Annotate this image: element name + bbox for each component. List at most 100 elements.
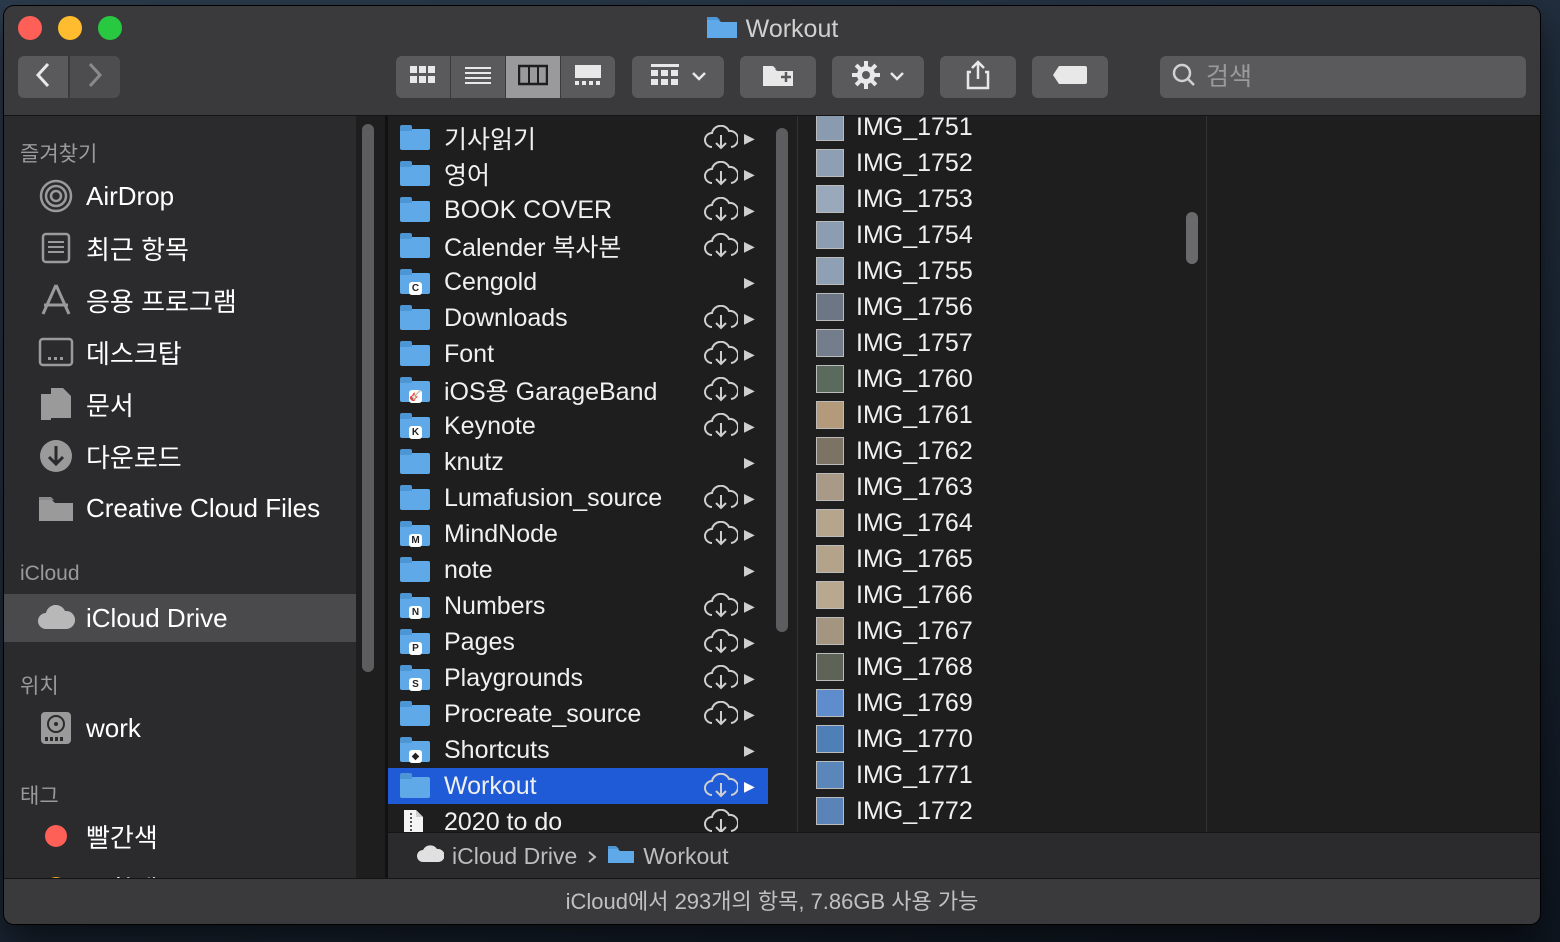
new-folder-button[interactable] — [740, 56, 816, 98]
search-field[interactable] — [1160, 56, 1526, 98]
column-divider[interactable] — [797, 116, 798, 832]
file-row[interactable]: IMG_1769 — [800, 685, 1180, 721]
file-row[interactable]: IMG_1764 — [800, 505, 1180, 541]
folder-row[interactable]: Lumafusion_source ▶ — [388, 480, 768, 516]
folder-shape — [400, 701, 430, 726]
cloud-download-icon[interactable] — [704, 628, 740, 655]
action-menu-button[interactable] — [832, 56, 924, 98]
cloud-download-icon[interactable] — [704, 304, 740, 331]
folder-row[interactable]: note ▶ — [388, 552, 768, 588]
file-row[interactable]: IMG_1760 — [800, 361, 1180, 397]
back-button[interactable] — [18, 56, 68, 98]
cloud-download-icon[interactable] — [704, 412, 740, 439]
folder-row[interactable]: M MindNode ▶ — [388, 516, 768, 552]
tag-button[interactable] — [1032, 56, 1108, 98]
folder-row[interactable]: N Numbers ▶ — [388, 588, 768, 624]
cloud-download-icon[interactable] — [704, 232, 740, 259]
file-row[interactable]: IMG_1767 — [800, 613, 1180, 649]
folder-row[interactable]: Downloads ▶ — [388, 300, 768, 336]
folder-row[interactable]: P Pages ▶ — [388, 624, 768, 660]
cloud-download-icon[interactable] — [704, 520, 740, 547]
cloud-download-icon[interactable] — [704, 124, 740, 151]
file-row[interactable]: IMG_1771 — [800, 757, 1180, 793]
sidebar-section-tags: 태그 — [20, 785, 59, 808]
file-name: IMG_1767 — [856, 616, 973, 645]
folder-shape: ◆ — [400, 737, 430, 763]
file-row[interactable]: IMG_1753 — [800, 181, 1180, 217]
file-row[interactable]: IMG_1768 — [800, 649, 1180, 685]
cloud-placeholder[interactable] — [704, 557, 738, 583]
file-row[interactable]: IMG_1752 — [800, 145, 1180, 181]
cloud-download-icon[interactable] — [704, 484, 740, 511]
file-row[interactable]: IMG_1751 — [800, 116, 1180, 145]
view-mode-control[interactable] — [396, 56, 615, 98]
folder-row[interactable]: Workout ▶ — [388, 768, 768, 804]
icon-view-button[interactable] — [396, 56, 451, 98]
file-row[interactable]: IMG_1757 — [800, 325, 1180, 361]
file-row[interactable]: IMG_1765 — [800, 541, 1180, 577]
file-row[interactable]: IMG_1763 — [800, 469, 1180, 505]
search-input[interactable] — [1204, 61, 1508, 93]
folder-row[interactable]: C Cengold ▶ — [388, 264, 768, 300]
cloud-download-icon[interactable] — [704, 592, 740, 619]
cloud-download-icon[interactable] — [704, 772, 740, 799]
folder-row[interactable]: knutz ▶ — [388, 444, 768, 480]
sidebar-item-work[interactable]: work — [4, 704, 356, 752]
sidebar-item-creative-cloud[interactable]: Creative Cloud Files — [4, 484, 356, 532]
folder-row[interactable]: 2020 to do — [388, 804, 768, 832]
cloud-download-icon[interactable] — [704, 664, 740, 691]
folder-row[interactable]: Font ▶ — [388, 336, 768, 372]
folder-row[interactable]: 영어 ▶ — [388, 156, 768, 192]
cloud-download-icon[interactable] — [704, 340, 740, 367]
sidebar-item-documents[interactable]: 문서 — [4, 380, 356, 428]
disclosure-arrow-icon: ▶ — [744, 633, 755, 650]
cloud-download-icon[interactable] — [704, 700, 740, 727]
folder-row[interactable]: 기사읽기 ▶ — [388, 120, 768, 156]
sidebar-scrollbar[interactable] — [362, 124, 374, 672]
folder-row[interactable]: 🎸 iOS용 GarageBand ▶ — [388, 372, 768, 408]
column1-scrollbar[interactable] — [776, 128, 788, 632]
cloud-placeholder[interactable] — [704, 449, 738, 475]
group-by-button[interactable] — [632, 56, 724, 98]
folder-row[interactable]: K Keynote ▶ — [388, 408, 768, 444]
app-badge-icon: C — [409, 282, 422, 295]
cloud-download-icon[interactable] — [704, 160, 740, 187]
sidebar-item-downloads[interactable]: 다운로드 — [4, 432, 356, 480]
cloud-download-icon[interactable] — [704, 376, 740, 403]
file-row[interactable]: IMG_1756 — [800, 289, 1180, 325]
folder-name: knutz — [444, 447, 504, 476]
sidebar-item-applications[interactable]: 응용 프로그램 — [4, 276, 356, 324]
file-row[interactable]: IMG_1770 — [800, 721, 1180, 757]
list-view-button[interactable] — [451, 56, 506, 98]
file-row[interactable]: IMG_1755 — [800, 253, 1180, 289]
sidebar-item-tag-orange[interactable]: 주황색 — [4, 864, 356, 878]
share-button[interactable] — [940, 56, 1016, 98]
folder-icon — [400, 233, 432, 259]
sidebar-item-recents[interactable]: 최근 항목 — [4, 224, 356, 272]
file-row[interactable]: IMG_1754 — [800, 217, 1180, 253]
cloud-placeholder[interactable] — [704, 737, 738, 763]
sidebar-item-tag-red[interactable]: 빨간색 — [4, 812, 356, 860]
forward-button[interactable] — [70, 56, 120, 98]
chevron-right-icon — [587, 843, 597, 870]
file-row[interactable]: IMG_1761 — [800, 397, 1180, 433]
cloud-download-icon[interactable] — [704, 808, 740, 832]
folder-row[interactable]: BOOK COVER ▶ — [388, 192, 768, 228]
file-row[interactable]: IMG_1772 — [800, 793, 1180, 829]
file-row[interactable]: IMG_1762 — [800, 433, 1180, 469]
path-item-icloud-drive[interactable]: iCloud Drive — [416, 843, 577, 870]
column-view-button[interactable] — [506, 56, 561, 98]
file-row[interactable]: IMG_1766 — [800, 577, 1180, 613]
cloud-placeholder[interactable] — [704, 269, 738, 295]
cloud-download-icon[interactable] — [704, 196, 740, 223]
path-item-workout[interactable]: Workout — [607, 843, 728, 870]
sidebar-item-airdrop[interactable]: AirDrop — [4, 172, 356, 220]
folder-row[interactable]: S Playgrounds ▶ — [388, 660, 768, 696]
gallery-view-button[interactable] — [561, 56, 615, 98]
sidebar-item-desktop[interactable]: 데스크탑 — [4, 328, 356, 376]
folder-row[interactable]: ◆ Shortcuts ▶ — [388, 732, 768, 768]
folder-row[interactable]: Calender 복사본 ▶ — [388, 228, 768, 264]
column2-scrollbar[interactable] — [1186, 212, 1198, 264]
folder-row[interactable]: Procreate_source ▶ — [388, 696, 768, 732]
sidebar-item-icloud-drive[interactable]: iCloud Drive — [4, 594, 356, 642]
